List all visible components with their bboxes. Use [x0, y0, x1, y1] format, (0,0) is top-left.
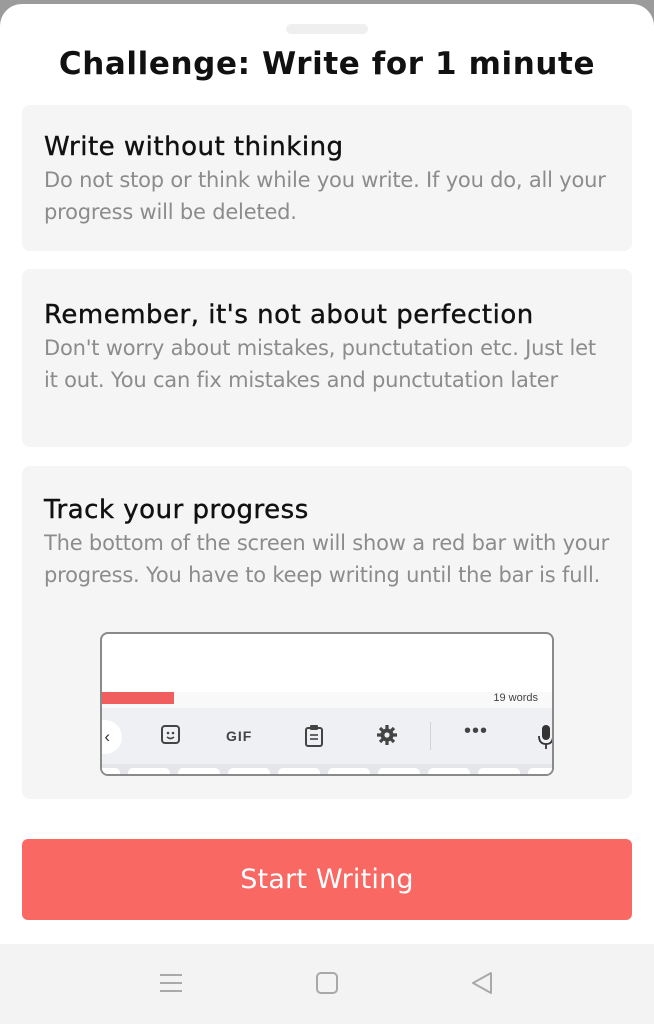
key [378, 768, 420, 774]
clipboard-icon [304, 724, 324, 753]
chevron-left-icon: ‹ [102, 720, 122, 754]
card-text: Don't worry about mistakes, punctutation… [44, 336, 596, 392]
start-writing-button[interactable]: Start Writing [22, 839, 632, 920]
microphone-icon [538, 724, 552, 755]
system-navigation-bar [0, 944, 654, 1024]
gif-icon: GIF [226, 728, 253, 744]
challenge-sheet: Challenge: Write for 1 minute Write with… [0, 4, 654, 944]
dialog-title: Challenge: Write for 1 minute [58, 46, 596, 82]
card-heading: Remember, it's not about perfection [44, 300, 534, 330]
key [278, 768, 320, 774]
progress-strip: 19 words [102, 692, 552, 708]
back-icon[interactable] [470, 970, 494, 1001]
card-text: The bottom of the screen will show a red… [44, 531, 609, 587]
key [102, 768, 120, 774]
keyboard-keys-row [102, 764, 552, 774]
key [328, 768, 370, 774]
word-count-label: 19 words [493, 692, 538, 704]
key [128, 768, 170, 774]
key [528, 768, 552, 774]
card-write-without-thinking: Write without thinking Do not stop or th… [22, 105, 632, 251]
card-heading: Write without thinking [44, 132, 344, 162]
more-icon: ••• [464, 720, 489, 742]
drag-handle[interactable] [286, 24, 368, 34]
key [228, 768, 270, 774]
sticker-icon [160, 724, 182, 751]
progress-bar-fill [102, 692, 174, 704]
gear-icon [376, 724, 398, 751]
card-text: Do not stop or think while you write. If… [44, 168, 606, 224]
keyboard-toolbar: ‹ GIF ••• [102, 708, 552, 764]
menu-icon[interactable] [158, 970, 184, 1001]
card-track-progress: Track your progress The bottom of the sc… [22, 466, 632, 799]
key [178, 768, 220, 774]
toolbar-divider [430, 722, 431, 750]
home-icon[interactable] [315, 970, 339, 1001]
card-not-about-perfection: Remember, it's not about perfection Don'… [22, 269, 632, 447]
card-heading: Track your progress [44, 495, 309, 525]
progress-preview-image: 19 words ‹ GIF ••• [100, 632, 554, 776]
key [478, 768, 520, 774]
key [428, 768, 470, 774]
